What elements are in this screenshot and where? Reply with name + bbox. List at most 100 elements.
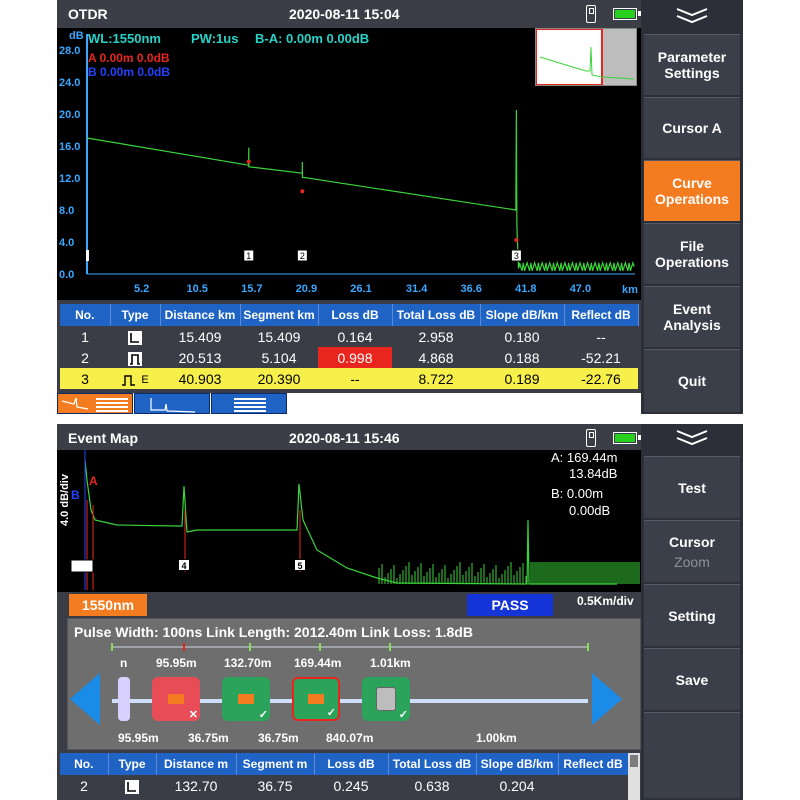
segment-label: 36.75m	[188, 731, 229, 745]
event-trace-plot[interactable]: A: 169.44m 13.84dB B: 0.00m 0.00dB 4.0 d…	[57, 450, 641, 592]
event-marker-label: 2	[300, 251, 305, 261]
trace-overview-thumbnail[interactable]	[535, 28, 637, 86]
table-row[interactable]: 1 15.409 15.409 0.164 2.958 0.180 --	[60, 326, 638, 347]
y-tick-label: 12.0	[59, 173, 80, 185]
event-analysis-button[interactable]: Event Analysis	[644, 286, 740, 347]
pulse-width-readout: PW:1us	[191, 31, 239, 46]
trace-and-table-view-icon	[61, 397, 128, 412]
distance-label: 132.70m	[224, 656, 272, 670]
non-reflective-icon	[128, 330, 142, 345]
test-button[interactable]: Test	[644, 456, 740, 518]
curve-operations-button[interactable]: Curve Operations	[644, 160, 740, 221]
event-table: No. Type Distance m Segment m Loss dB To…	[60, 753, 629, 796]
y-tick-label: 28.0	[59, 45, 80, 57]
y-unit-label: dB	[69, 30, 84, 42]
scroll-right-arrow-icon[interactable]	[588, 671, 624, 727]
scale-readout: 0.5Km/div	[577, 594, 634, 608]
col-no: No.	[60, 753, 109, 775]
table-row[interactable]: 2 132.70 36.75 0.245 0.638 0.204	[60, 775, 628, 796]
x-tick-label: 20.9	[296, 283, 317, 295]
y-axis-label: 4.0 dB/div	[59, 474, 71, 526]
datetime: 2020-08-11 15:46	[289, 430, 400, 446]
col-total-loss: Total Loss dB	[392, 304, 481, 326]
col-slope: Slope dB/km	[476, 753, 559, 775]
event-marker[interactable]: 4	[178, 559, 190, 571]
event-marker-dot	[514, 238, 519, 242]
parameter-settings-button[interactable]: Parameter Settings	[644, 34, 740, 95]
table-row-selected[interactable]: 3 E 40.903 20.390 -- 8.722 0.189 -22.76	[60, 368, 638, 389]
segment-label: 1.00km	[476, 731, 517, 745]
usb-icon	[586, 429, 596, 447]
event-map-panel: Event Map 2020-08-11 15:46 A: 169.44m 13…	[57, 424, 743, 800]
tab-table[interactable]	[211, 393, 287, 414]
wavelength-badge[interactable]: 1550nm	[69, 594, 147, 616]
cursor-b-level: 0.00dB	[569, 503, 611, 518]
distance-label: n	[120, 656, 128, 670]
cursor-a-distance: A: 169.44m	[551, 450, 618, 465]
fiber-start-icon[interactable]	[118, 677, 130, 721]
col-distance: Distance m	[156, 753, 237, 775]
distance-label: 169.44m	[294, 656, 342, 670]
col-type: Type	[110, 304, 161, 326]
empty-menu-slot	[644, 712, 740, 798]
event-marker-dot	[246, 159, 251, 164]
col-distance: Distance km	[160, 304, 241, 326]
table-row[interactable]: 2 20.513 5.104 0.998 4.868 0.188 -52.21	[60, 347, 638, 368]
event-marker[interactable]: 5	[294, 559, 306, 571]
y-tick-label: 24.0	[59, 77, 80, 89]
scroll-left-arrow-icon[interactable]	[68, 671, 104, 727]
cursor-b-letter[interactable]: B	[71, 488, 80, 502]
col-segment: Segment km	[240, 304, 319, 326]
quit-button[interactable]: Quit	[644, 349, 740, 412]
ba-readout: B-A: 0.00m 0.00dB	[255, 31, 370, 46]
cursor-a-letter[interactable]: A	[89, 474, 98, 488]
x-tick-label: 41.8	[515, 283, 536, 295]
reflective-icon	[128, 351, 142, 366]
event-pass-icon[interactable]: ✓	[222, 677, 270, 721]
chevron-down-icon[interactable]	[641, 424, 743, 456]
x-tick-label: 36.6	[461, 283, 482, 295]
status-bar: OTDR 2020-08-11 15:04	[57, 0, 641, 28]
connector-pass-icon[interactable]: ✓	[362, 677, 410, 721]
end-icon	[122, 374, 136, 386]
event-map: Pulse Width: 100ns Link Length: 2012.40m…	[67, 618, 641, 750]
save-button[interactable]: Save	[644, 648, 740, 710]
cursor-b-readout: B 0.00m 0.0dB	[88, 65, 171, 79]
y-tick-label: 20.0	[59, 109, 80, 121]
col-no: No.	[60, 304, 111, 326]
status-bar: Event Map 2020-08-11 15:46	[57, 424, 641, 452]
table-header-row: No. Type Distance km Segment km Loss dB …	[60, 304, 639, 326]
setting-button[interactable]: Setting	[644, 584, 740, 646]
trace-line	[86, 109, 635, 271]
col-type: Type	[108, 753, 157, 775]
table-header-row: No. Type Distance m Segment m Loss dB To…	[60, 753, 629, 775]
table-scrollbar[interactable]	[628, 753, 640, 800]
otdr-trace-panel: OTDR 2020-08-11 15:04 28.0 24.0 20.0 16.0 12…	[57, 0, 743, 414]
end-event-flag: E	[141, 374, 149, 387]
event-fail-icon[interactable]: ✕	[152, 677, 200, 721]
datetime: 2020-08-11 15:04	[289, 6, 400, 22]
wavelength-readout: WL:1550nm	[88, 31, 161, 46]
file-operations-button[interactable]: File Operations	[644, 223, 740, 284]
cursor-button[interactable]: Cursor Zoom	[644, 520, 740, 582]
chevron-down-icon[interactable]	[641, 0, 743, 32]
x-tick-label: 5.2	[134, 283, 149, 295]
event-marker-label: 3	[514, 251, 519, 261]
cursor-label: Cursor	[669, 533, 715, 550]
y-tick-label: 0.0	[59, 269, 74, 281]
tab-trace-and-table[interactable]	[57, 393, 133, 414]
cursor-a-button[interactable]: Cursor A	[644, 97, 740, 158]
x-tick-label: 10.5	[187, 283, 208, 295]
start-marker-group	[70, 559, 94, 573]
trace-plot[interactable]: 28.0 24.0 20.0 16.0 12.0 8.0 4.0 0.0 5.2 10.5 15.7…	[57, 28, 641, 300]
loss-warning-cell: 0.998	[318, 347, 392, 368]
segment-label: 840.07m	[326, 731, 374, 745]
trace-view-icon	[150, 398, 196, 413]
event-pass-selected-icon[interactable]: ✓	[292, 677, 340, 721]
event-marker-label: 1	[246, 251, 251, 261]
col-segment: Segment m	[236, 753, 315, 775]
x-unit-label: km	[622, 284, 638, 296]
app-title: OTDR	[68, 6, 108, 22]
cursor-b-distance: B: 0.00m	[551, 486, 604, 501]
tab-trace[interactable]	[134, 393, 210, 414]
